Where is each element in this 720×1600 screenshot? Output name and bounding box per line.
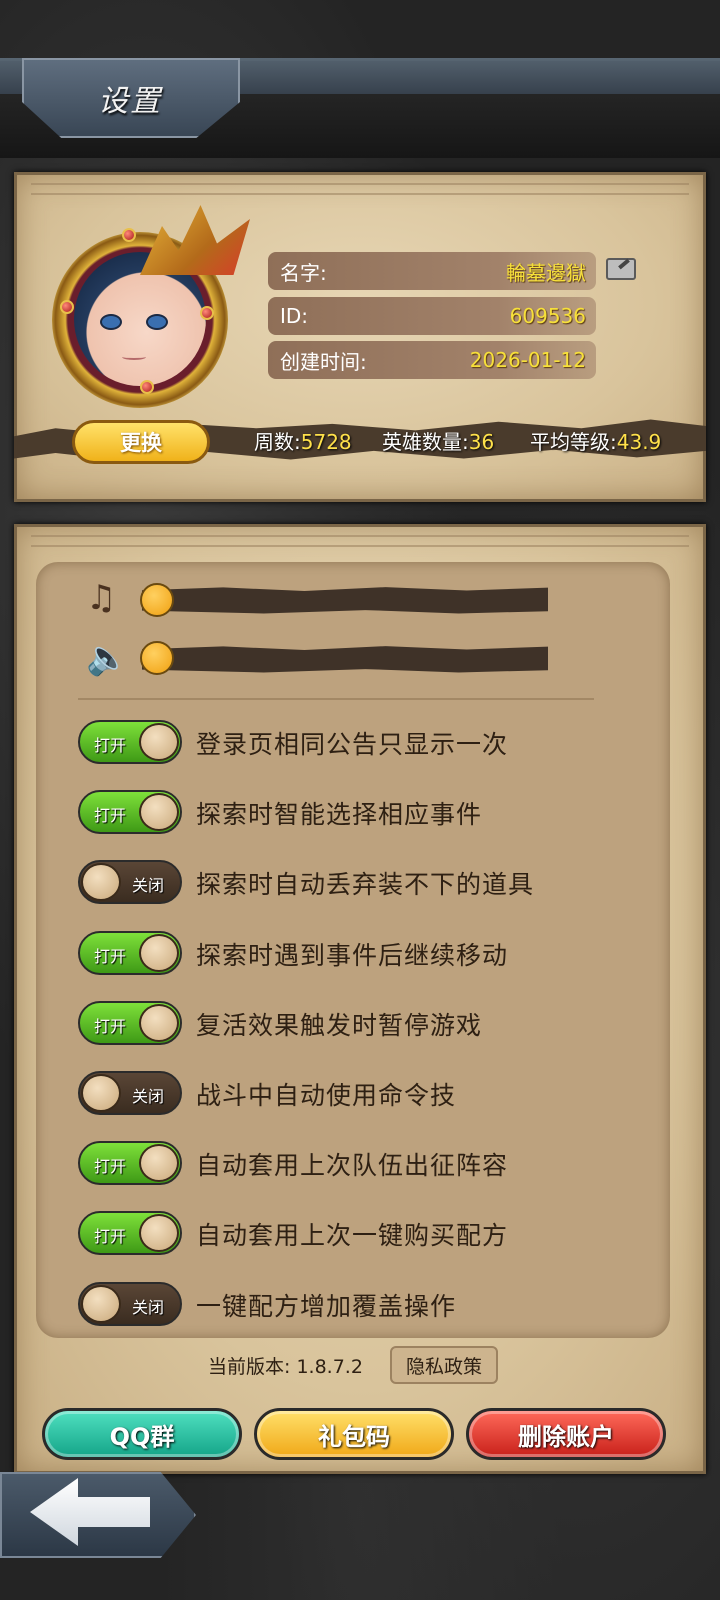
avatar-eye-left <box>100 314 122 330</box>
weeks-label: 周数: <box>254 430 301 454</box>
avg-level-label: 平均等级: <box>530 430 617 454</box>
setting-label: 一键配方增加覆盖操作 <box>196 1292 457 1321</box>
heroes-stat: 英雄数量:36 <box>382 426 494 455</box>
avg-level-stat: 平均等级:43.9 <box>530 426 661 455</box>
heroes-label: 英雄数量: <box>382 430 469 454</box>
setting-label: 探索时遇到事件后继续移动 <box>196 941 509 970</box>
avatar-mouth <box>122 354 146 360</box>
toggle-switch[interactable]: 关闭 <box>78 1071 182 1115</box>
weeks-value: 5728 <box>300 430 352 454</box>
toggle-state-label: 打开 <box>94 1157 127 1176</box>
toggle-switch[interactable]: 打开 <box>78 931 182 975</box>
music-volume-slider[interactable] <box>142 587 548 614</box>
weeks-stat: 周数:5728 <box>254 426 352 455</box>
toggle-knob <box>81 1074 121 1112</box>
toggle-knob <box>81 1285 121 1323</box>
heroes-value: 36 <box>468 430 495 454</box>
sound-volume-handle[interactable] <box>140 641 174 675</box>
privacy-policy-button[interactable]: 隐私政策 <box>390 1346 498 1384</box>
gift-code-button[interactable]: 礼包码 <box>254 1408 454 1460</box>
toggle-knob <box>139 1004 179 1042</box>
toggle-state-label: 打开 <box>94 806 127 825</box>
music-note-icon: ♫ <box>86 578 117 618</box>
name-value: 輪墓邊獄 <box>506 260 586 285</box>
panel-border-decoration <box>31 535 689 547</box>
setting-label: 探索时智能选择相应事件 <box>196 800 483 829</box>
toggle-state-label: 关闭 <box>132 876 165 895</box>
divider <box>78 698 594 700</box>
toggle-switch[interactable]: 打开 <box>78 1211 182 1255</box>
toggle-switch[interactable]: 打开 <box>78 790 182 834</box>
created-label: 创建时间: <box>280 349 367 374</box>
toggle-switch[interactable]: 打开 <box>78 720 182 764</box>
created-row: 创建时间: 2026-01-12 <box>268 341 596 379</box>
toggle-knob <box>139 723 179 761</box>
toggle-switch[interactable]: 打开 <box>78 1001 182 1045</box>
toggle-knob <box>139 793 179 831</box>
change-avatar-button[interactable]: 更换 <box>72 420 210 464</box>
created-value: 2026-01-12 <box>469 348 586 372</box>
id-label: ID: <box>280 304 309 328</box>
delete-account-button[interactable]: 删除账户 <box>466 1408 666 1460</box>
toggle-knob <box>139 934 179 972</box>
frame-gem <box>122 228 136 242</box>
version-text: 当前版本: 1.8.7.2 <box>208 1356 363 1378</box>
name-label: 名字: <box>280 260 327 285</box>
sound-volume-slider[interactable] <box>142 646 548 673</box>
setting-label: 探索时自动丢弃装不下的道具 <box>196 870 535 899</box>
toggle-state-label: 关闭 <box>132 1298 165 1317</box>
toggle-switch[interactable]: 打开 <box>78 1141 182 1185</box>
toggle-state-label: 打开 <box>94 947 127 966</box>
toggle-knob <box>81 863 121 901</box>
toggle-state-label: 关闭 <box>132 1087 165 1106</box>
toggle-state-label: 打开 <box>94 1017 127 1036</box>
setting-label: 复活效果触发时暂停游戏 <box>196 1011 483 1040</box>
toggle-knob <box>139 1214 179 1252</box>
panel-border-decoration <box>31 183 689 195</box>
id-row: ID: 609536 <box>268 297 596 335</box>
speaker-icon: 🔈 <box>86 638 129 678</box>
music-volume-handle[interactable] <box>140 583 174 617</box>
frame-gem <box>140 380 154 394</box>
toggle-switch[interactable]: 关闭 <box>78 1282 182 1326</box>
setting-label: 自动套用上次队伍出征阵容 <box>196 1151 509 1180</box>
id-value: 609536 <box>509 304 586 328</box>
setting-label: 战斗中自动使用命令技 <box>196 1081 457 1110</box>
setting-label: 自动套用上次一键购买配方 <box>196 1221 509 1250</box>
name-row: 名字: 輪墓邊獄 <box>268 252 596 290</box>
toggle-switch[interactable]: 关闭 <box>78 860 182 904</box>
qq-group-button[interactable]: QQ群 <box>42 1408 242 1460</box>
setting-label: 登录页相同公告只显示一次 <box>196 730 509 759</box>
edit-name-icon[interactable] <box>606 258 636 280</box>
frame-gem <box>60 300 74 314</box>
avatar-eye-right <box>146 314 168 330</box>
toggle-state-label: 打开 <box>94 736 127 755</box>
page-title: 设置 <box>98 84 162 119</box>
toggle-state-label: 打开 <box>94 1227 127 1246</box>
frame-gem <box>200 306 214 320</box>
avg-level-value: 43.9 <box>616 430 662 454</box>
toggle-knob <box>139 1144 179 1182</box>
